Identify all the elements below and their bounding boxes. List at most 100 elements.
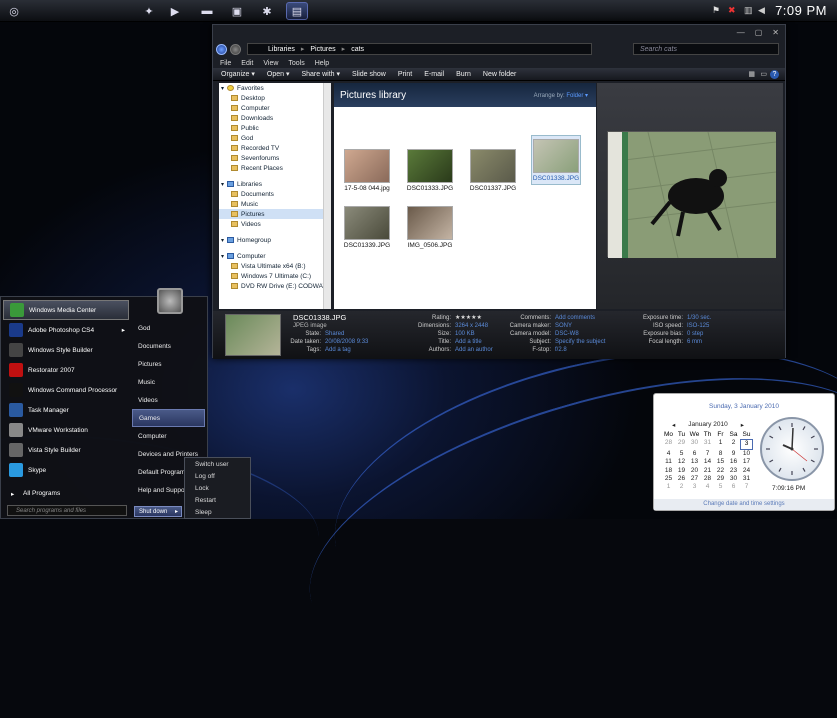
calendar-day[interactable]: 7 — [701, 450, 714, 458]
power-option[interactable]: Log off — [185, 470, 250, 482]
network-icon[interactable]: ▥ — [744, 5, 753, 16]
calendar-day[interactable]: 22 — [714, 467, 727, 475]
nav-item[interactable]: ▾ Computer — [219, 251, 331, 261]
calendar-day[interactable]: 29 — [714, 475, 727, 483]
calendar-day[interactable]: 4 — [662, 450, 675, 458]
command-button[interactable]: Share with ▾ — [301, 70, 340, 78]
detail-value[interactable]: DSC-W8 — [555, 331, 579, 337]
quicklaunch-app-icon[interactable]: ▣ — [226, 2, 248, 20]
search-input[interactable]: Search cats — [633, 43, 779, 55]
calendar-day[interactable]: 1 — [662, 483, 675, 491]
breadcrumb-item[interactable]: Libraries — [268, 46, 295, 53]
command-button[interactable]: Print — [398, 71, 412, 78]
nav-item[interactable]: Music — [219, 199, 331, 209]
calendar-day[interactable]: 6 — [727, 483, 740, 491]
calendar-day[interactable]: 1 — [714, 439, 727, 449]
calendar-day[interactable]: 6 — [688, 450, 701, 458]
expand-icon[interactable]: ▾ — [221, 237, 224, 244]
nav-item[interactable]: ▾ Homegroup — [219, 235, 331, 245]
quicklaunch-window-icon[interactable]: ▬ — [196, 2, 218, 20]
arrange-by[interactable]: Arrange by: Folder ▾ — [534, 92, 588, 99]
file-thumbnail[interactable]: IMG_0506.JPG — [405, 206, 455, 249]
flag-icon[interactable]: ⚑ — [712, 5, 720, 16]
nav-item[interactable]: God — [219, 133, 331, 143]
calendar-day[interactable]: 30 — [727, 475, 740, 483]
calendar-day[interactable]: 31 — [701, 439, 714, 449]
calendar-day[interactable]: 23 — [727, 467, 740, 475]
detail-value[interactable]: 1/30 sec. — [687, 315, 711, 321]
nav-item[interactable]: Recorded TV — [219, 143, 331, 153]
nav-item[interactable]: Windows 7 Ultimate (C:) — [219, 271, 331, 281]
power-option[interactable]: Switch user — [185, 458, 250, 470]
nav-item[interactable]: Pictures — [219, 209, 331, 219]
detail-value[interactable]: Add a tag — [325, 347, 351, 353]
menu-item[interactable]: Help — [315, 60, 329, 67]
calendar-day[interactable]: 24 — [740, 467, 753, 475]
file-thumbnail[interactable]: 17-5-08 044.jpg — [342, 149, 392, 192]
calendar-day[interactable]: 10 — [740, 450, 753, 458]
back-icon[interactable] — [216, 43, 227, 55]
calendar-day[interactable]: 16 — [727, 458, 740, 466]
calendar-day[interactable]: 19 — [675, 467, 688, 475]
nav-item[interactable]: DVD RW Drive (E:) CODWAW — [219, 281, 331, 291]
detail-value[interactable]: 3264 x 2448 — [455, 323, 488, 329]
views-icon[interactable]: ▦ — [748, 70, 755, 78]
calendar-day[interactable]: 9 — [727, 450, 740, 458]
start-program-item[interactable]: Restorator 2007 — [3, 360, 129, 380]
file-thumbnail[interactable]: DSC01339.JPG — [342, 206, 392, 249]
start-place-item[interactable]: Games — [132, 409, 205, 427]
calendar-day[interactable]: 31 — [740, 475, 753, 483]
start-place-item[interactable]: Computer — [132, 427, 205, 445]
breadcrumb-item[interactable]: cats — [351, 46, 364, 53]
command-button[interactable]: Burn — [456, 71, 471, 78]
calendar-day[interactable]: 12 — [675, 458, 688, 466]
command-button[interactable]: Slide show — [352, 71, 386, 78]
detail-value[interactable]: ISO-125 — [687, 323, 709, 329]
menu-item[interactable]: Edit — [241, 60, 253, 67]
calendar-day[interactable]: 8 — [714, 450, 727, 458]
command-button[interactable]: Open ▾ — [267, 70, 290, 78]
detail-value[interactable]: 0 step — [687, 331, 703, 337]
start-program-item[interactable]: Windows Command Processor — [3, 380, 129, 400]
close-icon[interactable]: ✕ — [772, 28, 779, 37]
start-place-item[interactable]: Documents — [132, 337, 205, 355]
shutdown-button[interactable]: Shut down ▸ — [134, 506, 182, 517]
calendar-day[interactable]: 3 — [740, 439, 753, 450]
quicklaunch-media-icon[interactable]: ▶ — [164, 2, 186, 20]
detail-value[interactable]: Specify the subject — [555, 339, 605, 345]
calendar-day[interactable]: 13 — [688, 458, 701, 466]
menu-item[interactable]: View — [263, 60, 278, 67]
help-icon[interactable]: ? — [770, 69, 779, 79]
navigation-scrollbar[interactable] — [323, 83, 331, 309]
start-program-item[interactable]: Skype — [3, 460, 129, 480]
detail-value[interactable]: 6 mm — [687, 339, 702, 345]
nav-item[interactable]: Computer — [219, 103, 331, 113]
quicklaunch-tool-icon[interactable]: ✱ — [256, 2, 278, 20]
detail-value[interactable]: 100 KB — [455, 331, 475, 337]
calendar-day[interactable]: 29 — [675, 439, 688, 449]
detail-value[interactable]: ★★★★★ — [455, 315, 482, 321]
calendar-day[interactable]: 2 — [675, 483, 688, 491]
breadcrumb-item[interactable]: Pictures — [310, 46, 335, 53]
start-program-item[interactable]: Windows Style Builder — [3, 340, 129, 360]
start-program-item[interactable]: Windows Media Center — [3, 300, 129, 320]
menu-item[interactable]: Tools — [288, 60, 304, 67]
start-place-item[interactable]: Music — [132, 373, 205, 391]
file-thumbnail[interactable]: DSC01337.JPG — [468, 149, 518, 192]
calendar-day[interactable]: 17 — [740, 458, 753, 466]
command-button[interactable]: E-mail — [424, 71, 444, 78]
start-orb-icon[interactable]: ◎ — [3, 2, 25, 20]
nav-item[interactable]: Vista Ultimate x64 (B:) — [219, 261, 331, 271]
expand-icon[interactable]: ▾ — [221, 85, 224, 92]
x-icon[interactable]: ✖ — [728, 5, 736, 16]
calendar-day[interactable]: 20 — [688, 467, 701, 475]
calendar-day[interactable]: 3 — [688, 483, 701, 491]
nav-item[interactable]: Sevenforums — [219, 153, 331, 163]
start-place-item[interactable]: Videos — [132, 391, 205, 409]
detail-value[interactable]: SONY — [555, 323, 572, 329]
calendar-day[interactable]: 2 — [727, 439, 740, 449]
calendar-day[interactable]: 28 — [701, 475, 714, 483]
nav-item[interactable]: Documents — [219, 189, 331, 199]
calendar-day[interactable]: 14 — [701, 458, 714, 466]
detail-value[interactable]: 20/08/2008 9:33 — [325, 339, 368, 345]
